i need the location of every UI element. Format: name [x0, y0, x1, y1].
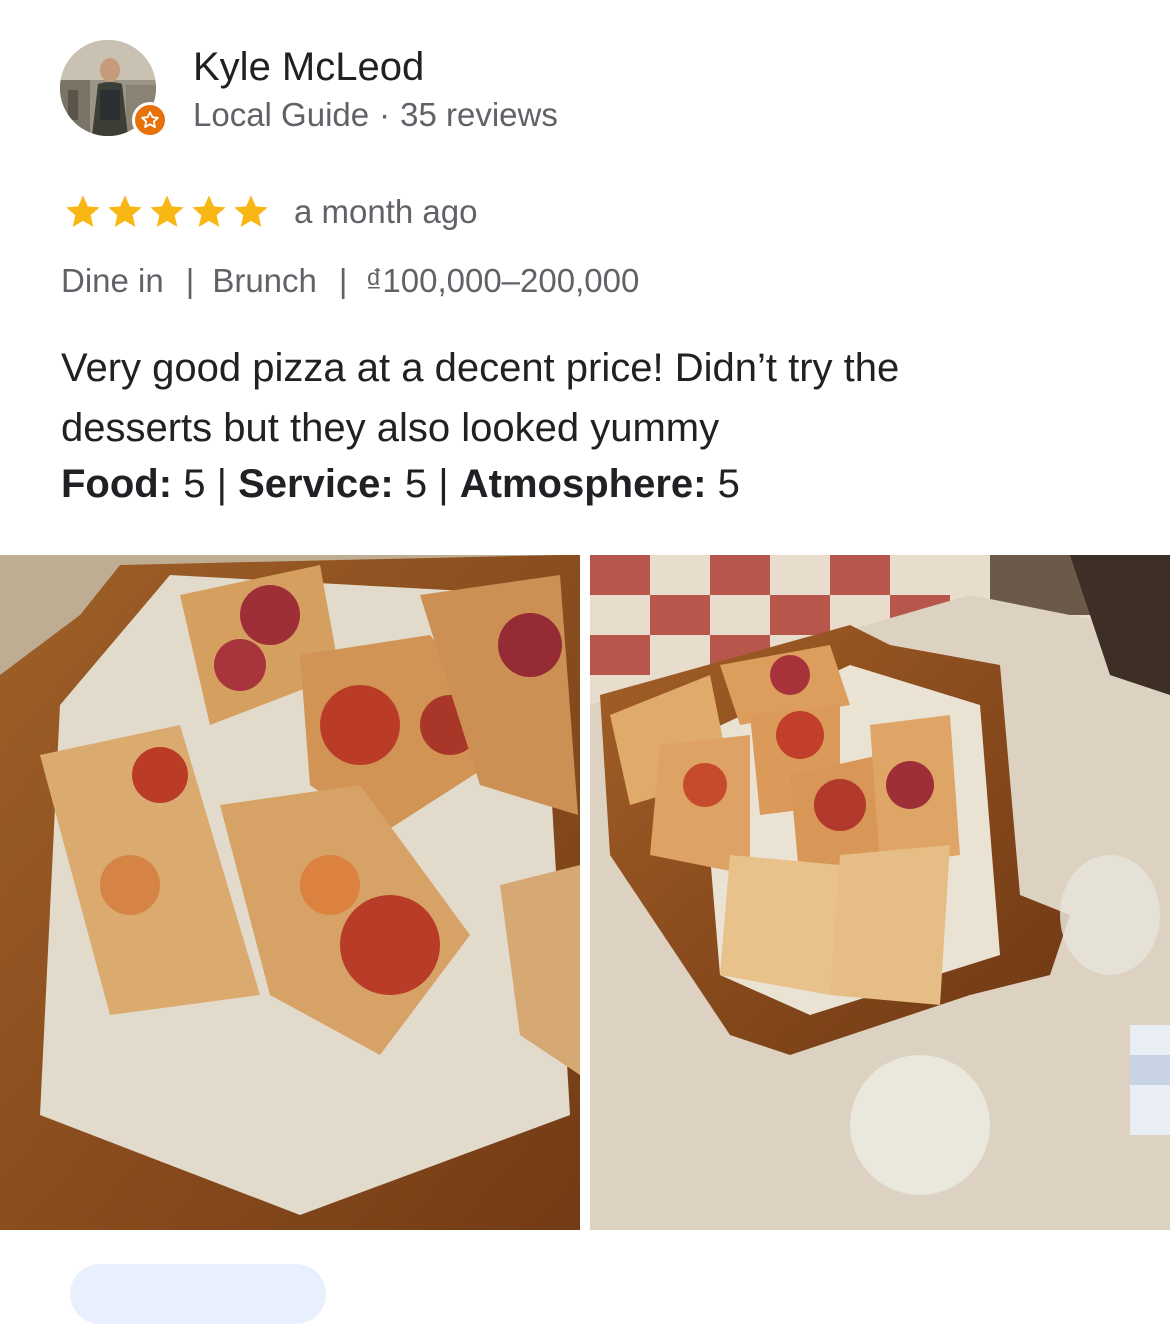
food-rating-label: Food: [61, 462, 173, 506]
pizza-board-image [590, 555, 1170, 1230]
review-text: Very good pizza at a decent price! Didn’… [61, 338, 1101, 458]
review-count: 35 reviews [400, 96, 558, 133]
tag-separator: | [338, 262, 348, 299]
reviewer-meta[interactable]: Local Guide · 35 reviews [193, 95, 558, 135]
review-photo-pizza-board[interactable] [590, 555, 1170, 1230]
review-text-line: desserts but they also looked yummy [61, 406, 720, 450]
pizza-closeup-image [0, 555, 580, 1230]
star-rating [62, 192, 272, 232]
local-guide-star-icon [132, 102, 168, 138]
star-icon [234, 195, 268, 227]
rating-separator: | [438, 462, 449, 506]
star-icon [66, 195, 100, 227]
rating-separator: | [216, 462, 227, 506]
star-icon [192, 195, 226, 227]
star-icon [108, 195, 142, 227]
local-guide-label: Local Guide [193, 96, 370, 133]
tag-price: ₫100,000–200,000 [365, 262, 640, 299]
review-tags: Dine in | Brunch | ₫100,000–200,000 [61, 261, 639, 301]
reviewer-avatar[interactable] [60, 40, 168, 138]
atmosphere-rating-value: 5 [717, 462, 740, 506]
reviewer-name[interactable]: Kyle McLeod [193, 44, 424, 90]
like-button[interactable] [70, 1264, 326, 1324]
meta-separator: · [379, 96, 391, 133]
food-rating-value: 5 [183, 462, 206, 506]
star-icon [150, 195, 184, 227]
review-photo-pizza-closeup[interactable] [0, 555, 580, 1230]
tag-separator: | [185, 262, 195, 299]
tag-meal: Brunch [212, 262, 317, 299]
service-rating-value: 5 [404, 462, 428, 506]
tag-dining-mode: Dine in [61, 262, 164, 299]
service-rating-label: Service: [238, 462, 394, 506]
review-text-line: Very good pizza at a decent price! Didn’… [61, 346, 900, 390]
sub-ratings: Food: 5 | Service: 5 | Atmosphere: 5 [61, 458, 740, 510]
review-time: a month ago [294, 193, 478, 230]
atmosphere-rating-label: Atmosphere: [459, 462, 707, 506]
